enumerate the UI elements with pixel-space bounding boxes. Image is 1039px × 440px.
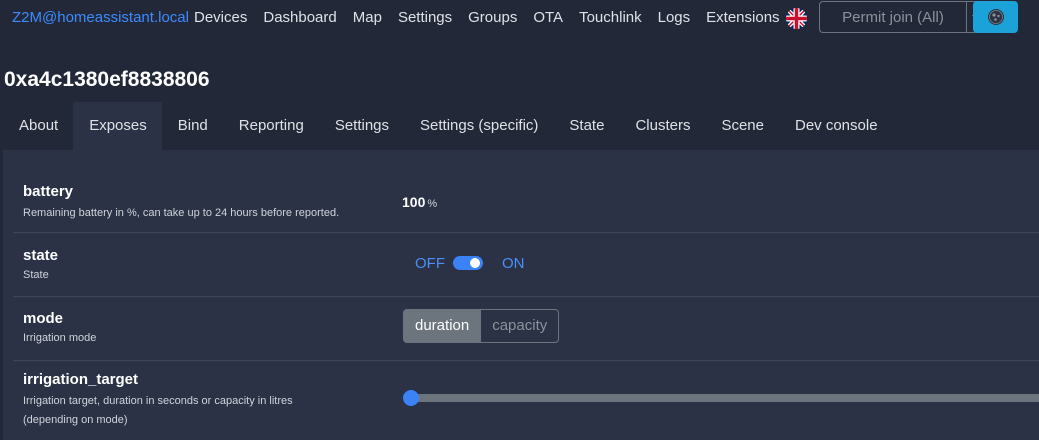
battery-unit: %: [427, 198, 438, 210]
expose-name: irrigation_target: [23, 371, 139, 388]
tab-reporting[interactable]: Reporting: [223, 102, 319, 150]
expose-row-irrigation-target: irrigation_target Irrigation target, dur…: [13, 361, 1039, 440]
theme-toggle-icon: [987, 9, 1004, 25]
nav-links: Devices Dashboard Map Settings Groups OT…: [194, 9, 796, 26]
expose-name: state: [23, 247, 59, 264]
nav-link-settings[interactable]: Settings: [398, 9, 452, 26]
expose-description: Irrigation target, duration in seconds o…: [23, 395, 293, 407]
tab-scene[interactable]: Scene: [705, 102, 779, 150]
expose-row-state: state State OFF ON: [13, 233, 1039, 297]
expose-row-mode: mode Irrigation mode duration capacity: [13, 297, 1039, 361]
nav-link-devices[interactable]: Devices: [194, 9, 247, 26]
nav-link-dashboard[interactable]: Dashboard: [263, 9, 336, 26]
tab-settings-specific[interactable]: Settings (specific): [404, 102, 553, 150]
nav-link-map[interactable]: Map: [353, 9, 382, 26]
uk-flag-icon[interactable]: [786, 8, 807, 29]
expose-name: battery: [23, 183, 74, 200]
brand-link[interactable]: Z2M@homeassistant.local: [12, 9, 189, 26]
state-on-button[interactable]: ON: [502, 255, 525, 272]
tab-about[interactable]: About: [3, 102, 73, 150]
exposes-card: battery Remaining battery in %, can take…: [3, 150, 1039, 440]
expose-description: Remaining battery in %, can take up to 2…: [23, 207, 340, 219]
device-tabs: About Exposes Bind Reporting Settings Se…: [3, 102, 893, 150]
expose-description: Irrigation mode: [23, 332, 97, 344]
nav-link-touchlink[interactable]: Touchlink: [579, 9, 642, 26]
nav-link-ota[interactable]: OTA: [533, 9, 563, 26]
tab-bind[interactable]: Bind: [162, 102, 223, 150]
state-toggle-switch[interactable]: [453, 256, 483, 270]
tab-dev-console[interactable]: Dev console: [779, 102, 893, 150]
state-off-button[interactable]: OFF: [415, 255, 445, 272]
mode-button-group: duration capacity: [403, 309, 560, 343]
device-title: 0xa4c1380ef8838806: [4, 68, 210, 91]
permit-join-group: Permit join (All): [819, 1, 988, 33]
nav-link-extensions[interactable]: Extensions: [706, 9, 779, 26]
permit-join-button[interactable]: Permit join (All): [819, 1, 966, 33]
expose-name: mode: [23, 310, 64, 327]
mode-option-duration[interactable]: duration: [403, 309, 482, 343]
nav-link-logs[interactable]: Logs: [658, 9, 691, 26]
nav-link-groups[interactable]: Groups: [468, 9, 517, 26]
tab-settings[interactable]: Settings: [319, 102, 404, 150]
battery-value: 100%: [402, 194, 437, 210]
theme-toggle-button[interactable]: [973, 1, 1018, 33]
toggle-knob: [470, 258, 480, 268]
tab-clusters[interactable]: Clusters: [619, 102, 705, 150]
expose-description: State: [23, 269, 49, 281]
irrigation-target-slider-thumb[interactable]: [403, 390, 419, 406]
battery-number: 100: [402, 194, 426, 210]
tab-exposes[interactable]: Exposes: [73, 102, 162, 150]
top-navbar: Z2M@homeassistant.local Devices Dashboar…: [0, 0, 1039, 36]
tab-state[interactable]: State: [553, 102, 619, 150]
expose-description-line2: (depending on mode): [23, 414, 128, 426]
irrigation-target-slider-track[interactable]: [411, 394, 1039, 402]
expose-row-battery: battery Remaining battery in %, can take…: [13, 176, 1039, 233]
mode-option-capacity[interactable]: capacity: [481, 309, 560, 343]
